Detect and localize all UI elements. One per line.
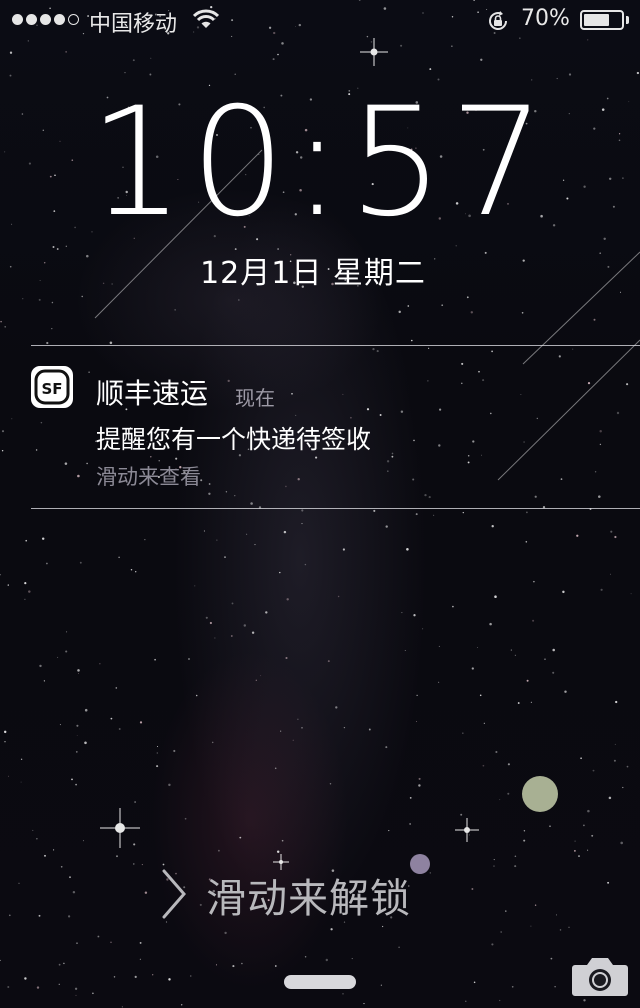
notification-action-hint: 滑动来查看 (96, 465, 201, 489)
battery-level-fill (584, 14, 609, 26)
notification-top-divider (31, 345, 640, 346)
svg-text:SF: SF (41, 380, 62, 398)
battery-icon (580, 10, 624, 30)
chevron-right-icon (162, 869, 186, 919)
rotation-lock-icon (489, 11, 507, 30)
camera-icon[interactable] (571, 953, 629, 997)
sf-express-app-icon: SF (31, 366, 73, 408)
notification-time: 现在 (235, 386, 275, 410)
lock-date: 12月1日 星期二 (200, 256, 426, 291)
status-bar: 中国移动 70% (0, 0, 640, 40)
slide-to-unlock[interactable]: 滑动来解锁 (206, 866, 411, 924)
notification-bottom-divider (31, 508, 640, 509)
signal-strength-icon (12, 14, 79, 25)
grabber-handle[interactable] (284, 975, 356, 989)
lock-clock: 10:57 (88, 76, 552, 250)
battery-nub (626, 16, 629, 24)
carrier-name: 中国移动 (89, 12, 178, 37)
notification-message[interactable]: 提醒您有一个快递待签收 (96, 420, 371, 456)
sf-logo-icon: SF (34, 369, 70, 405)
wifi-icon (193, 9, 219, 28)
battery-percent: 70% (521, 6, 570, 31)
notification-app-name: 顺丰速运 (96, 377, 209, 410)
